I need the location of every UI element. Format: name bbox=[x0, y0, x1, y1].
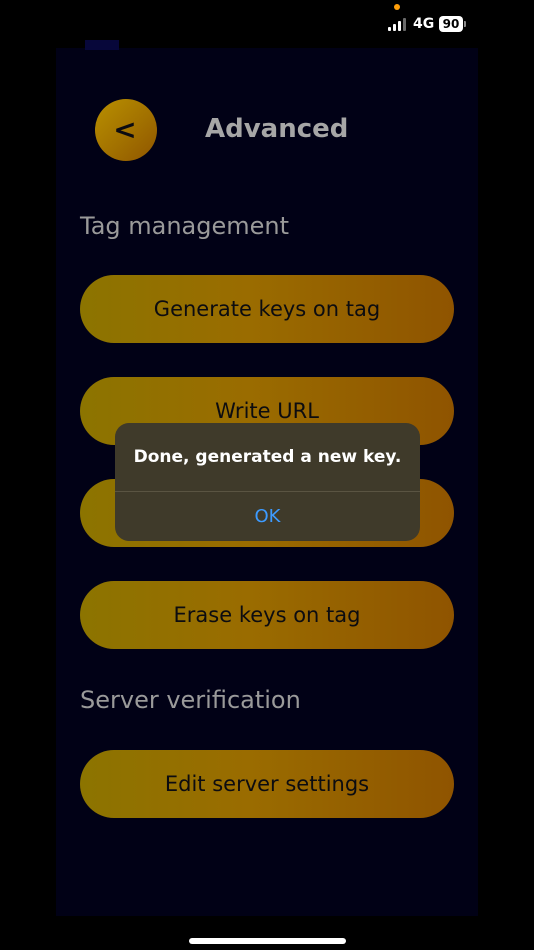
write-url-label: Write URL bbox=[215, 399, 319, 423]
edit-server-settings-button[interactable]: Edit server settings bbox=[80, 750, 454, 818]
alert-message: Done, generated a new key. bbox=[133, 447, 402, 467]
home-indicator[interactable] bbox=[189, 938, 346, 944]
erase-keys-label: Erase keys on tag bbox=[173, 603, 361, 627]
status-bar: 4G 90 bbox=[0, 0, 534, 48]
section-heading-tag-management: Tag management bbox=[80, 212, 290, 240]
back-button[interactable]: < bbox=[95, 99, 157, 161]
page-title: Advanced bbox=[205, 114, 349, 144]
section-heading-server-verification: Server verification bbox=[80, 686, 301, 714]
erase-keys-button[interactable]: Erase keys on tag bbox=[80, 581, 454, 649]
battery-icon: 90 bbox=[439, 16, 463, 32]
corner-accent bbox=[85, 40, 119, 50]
edit-server-settings-label: Edit server settings bbox=[164, 772, 370, 796]
network-type: 4G bbox=[413, 16, 435, 32]
signal-icon bbox=[388, 17, 408, 31]
screen: 4G 90 < Advanced Tag management Generate… bbox=[0, 0, 534, 950]
privacy-indicator-dot bbox=[394, 4, 400, 10]
battery-nub bbox=[464, 21, 466, 27]
chevron-left-icon: < bbox=[113, 113, 137, 146]
generate-keys-label: Generate keys on tag bbox=[153, 297, 381, 321]
alert-dialog: Done, generated a new key. OK bbox=[115, 423, 420, 541]
generate-keys-button[interactable]: Generate keys on tag bbox=[80, 275, 454, 343]
alert-ok-button[interactable]: OK bbox=[115, 492, 420, 541]
